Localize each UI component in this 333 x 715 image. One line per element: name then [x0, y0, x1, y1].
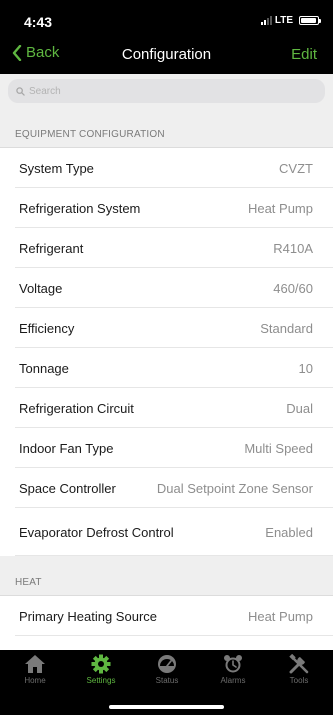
- row-value: R410A: [273, 240, 313, 256]
- tab-label: Tools: [289, 676, 309, 685]
- row-label: Indoor Fan Type: [19, 440, 114, 456]
- row-value: Heat Pump: [247, 200, 313, 216]
- tab-home[interactable]: Home: [2, 654, 68, 685]
- alarm-clock-icon: [224, 655, 242, 673]
- status-indicators: LTE: [260, 15, 321, 26]
- search-input[interactable]: [29, 85, 308, 97]
- tab-label: Home: [24, 676, 46, 685]
- home-indicator[interactable]: [109, 705, 224, 709]
- section-header-heat: HEAT: [0, 556, 333, 596]
- row-value: Heat Pump: [247, 608, 313, 624]
- search-icon: [16, 86, 25, 96]
- tab-status[interactable]: Status: [134, 654, 200, 685]
- row-label: Refrigeration Circuit: [19, 400, 134, 416]
- row-label: Refrigeration System: [19, 200, 141, 216]
- tab-label: Alarms: [220, 676, 246, 685]
- row-label: Tonnage: [19, 360, 69, 376]
- status-bar: 4:43 LTE: [0, 0, 333, 36]
- row-label: Refrigerant: [19, 240, 84, 256]
- row-label: Voltage: [19, 280, 63, 296]
- configuration-list[interactable]: EQUIPMENT CONFIGURATION System Type CVZT…: [0, 108, 333, 650]
- navigation-bar: Back Configuration Edit: [0, 36, 333, 74]
- gauge-icon: [158, 655, 176, 673]
- page-title: Configuration: [121, 46, 212, 63]
- tools-icon: [289, 654, 309, 674]
- row-indoor-fan-type[interactable]: Indoor Fan Type Multi Speed: [0, 428, 333, 468]
- row-value: 10: [298, 360, 313, 376]
- row-value: Standard: [260, 320, 313, 336]
- status-time: 4:43: [24, 14, 53, 30]
- search-bar: [0, 74, 333, 108]
- row-value: Enabled: [265, 524, 313, 540]
- network-label: LTE: [274, 15, 293, 26]
- edit-button[interactable]: Edit: [291, 46, 317, 63]
- row-tonnage[interactable]: Tonnage 10: [0, 348, 333, 388]
- row-system-type[interactable]: System Type CVZT: [0, 148, 333, 188]
- row-voltage[interactable]: Voltage 460/60: [0, 268, 333, 308]
- section-header-equipment: EQUIPMENT CONFIGURATION: [0, 108, 333, 148]
- row-value: Multi Speed: [244, 440, 313, 456]
- tab-tools[interactable]: Tools: [266, 654, 332, 685]
- home-icon: [25, 655, 45, 673]
- row-value: Dual Setpoint Zone Sensor: [156, 480, 313, 496]
- row-primary-heating-source[interactable]: Primary Heating Source Heat Pump: [0, 596, 333, 636]
- row-value: CVZT: [279, 160, 313, 176]
- row-value: 460/60: [273, 280, 313, 296]
- battery-icon: [299, 16, 321, 25]
- tab-label: Settings: [86, 676, 116, 685]
- gear-icon: [91, 654, 111, 674]
- row-label: Primary Heating Source: [19, 608, 157, 624]
- signal-icon: [260, 16, 272, 25]
- row-value: Dual: [286, 400, 313, 416]
- row-label: Efficiency: [19, 320, 75, 336]
- tab-label: Status: [155, 676, 179, 685]
- row-efficiency[interactable]: Efficiency Standard: [0, 308, 333, 348]
- row-label: Evaporator Defrost Control: [19, 524, 174, 540]
- row-evaporator-defrost-control[interactable]: Evaporator Defrost Control Enabled: [0, 508, 333, 556]
- row-refrigeration-circuit[interactable]: Refrigeration Circuit Dual: [0, 388, 333, 428]
- row-label: System Type: [19, 160, 94, 176]
- row-refrigeration-system[interactable]: Refrigeration System Heat Pump: [0, 188, 333, 228]
- row-label: Space Controller: [19, 480, 116, 496]
- row-space-controller[interactable]: Space Controller Dual Setpoint Zone Sens…: [0, 468, 333, 508]
- row-refrigerant[interactable]: Refrigerant R410A: [0, 228, 333, 268]
- tab-settings[interactable]: Settings: [68, 654, 134, 685]
- search-field[interactable]: [8, 79, 325, 103]
- tab-alarms[interactable]: Alarms: [200, 654, 266, 685]
